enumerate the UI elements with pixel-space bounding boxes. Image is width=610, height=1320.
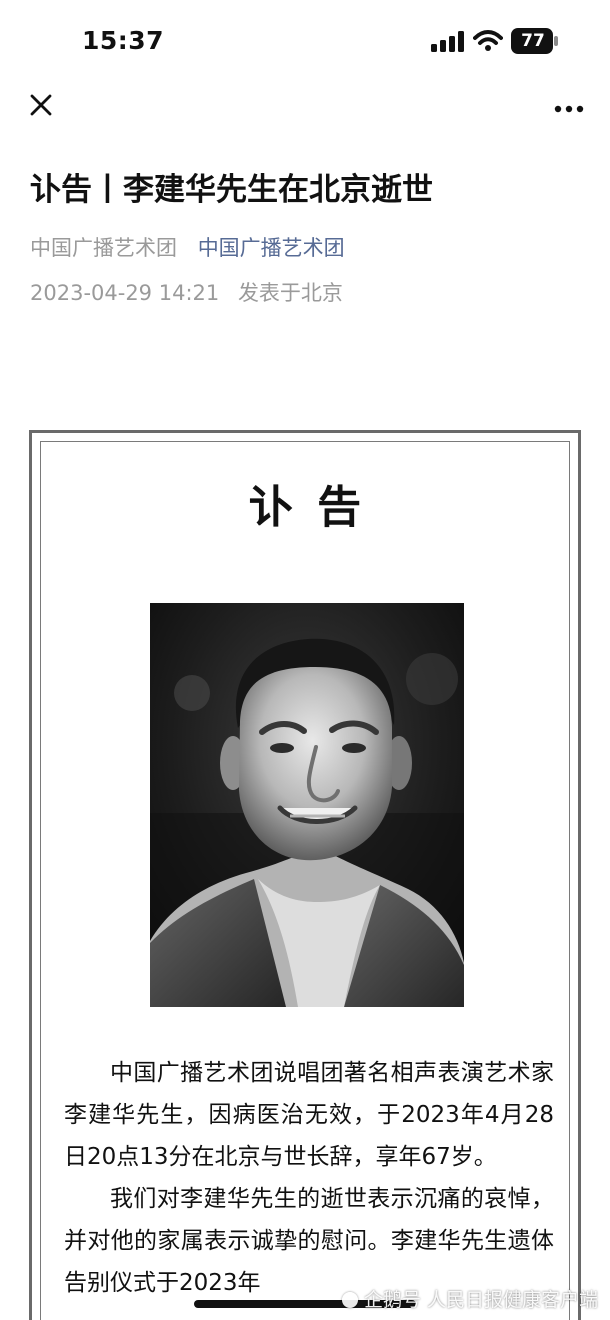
close-icon	[29, 93, 53, 121]
status-bar: 15:37 77	[0, 0, 610, 84]
obituary-heading: 讣告	[248, 482, 386, 533]
obituary-paragraph: 中国广播艺术团说唱团著名相声表演艺术家李建华先生，因病医治无效，于2023年4月…	[64, 1060, 554, 1170]
watermark-text: 企鹅号 人民日报健康客户端	[363, 1289, 598, 1311]
article-author: 中国广播艺术团	[30, 236, 177, 260]
more-icon	[554, 98, 584, 117]
article-location: 发表于北京	[237, 281, 343, 305]
watermark: 企鹅号 人民日报健康客户端	[341, 1288, 598, 1312]
article-meta-row: 中国广播艺术团 中国广播艺术团	[30, 233, 580, 263]
obituary-body: 中国广播艺术团说唱团著名相声表演艺术家李建华先生，因病医治无效，于2023年4月…	[64, 1052, 554, 1304]
watermark-icon	[341, 1292, 358, 1308]
close-button[interactable]	[24, 90, 58, 124]
obituary-inner-border: 讣告 中国广播艺术团说唱团著名相声表演艺术家李建华先生，因病医治无效，于2023…	[40, 441, 570, 1320]
article-title: 讣告丨李建华先生在北京逝世	[30, 172, 433, 208]
article-publish-info: 2023-04-29 14:21 发表于北京	[30, 278, 580, 308]
portrait-photo	[150, 603, 464, 1007]
battery-icon: 77	[511, 28, 558, 54]
obituary-frame: 讣告 中国广播艺术团说唱团著名相声表演艺术家李建华先生，因病医治无效，于2023…	[29, 430, 581, 1320]
more-button[interactable]	[550, 90, 588, 124]
wifi-icon	[473, 30, 503, 52]
article-page: 15:37 77 讣告丨李建华先生在北京逝世 中国广播艺术团 中国广播艺术团 2…	[0, 0, 610, 1320]
status-time: 15:37	[82, 26, 165, 55]
article-account-link[interactable]: 中国广播艺术团	[198, 236, 345, 260]
article-datetime: 2023-04-29 14:21	[30, 281, 220, 305]
signal-icon	[431, 30, 465, 52]
status-icons: 77	[431, 28, 558, 54]
battery-level: 77	[521, 30, 545, 51]
top-navigation	[0, 84, 610, 128]
obituary-paragraph: 我们对李建华先生的逝世表示沉痛的哀悼，并对他的家属表示诚挚的慰问。李建华先生遗体…	[64, 1186, 554, 1296]
